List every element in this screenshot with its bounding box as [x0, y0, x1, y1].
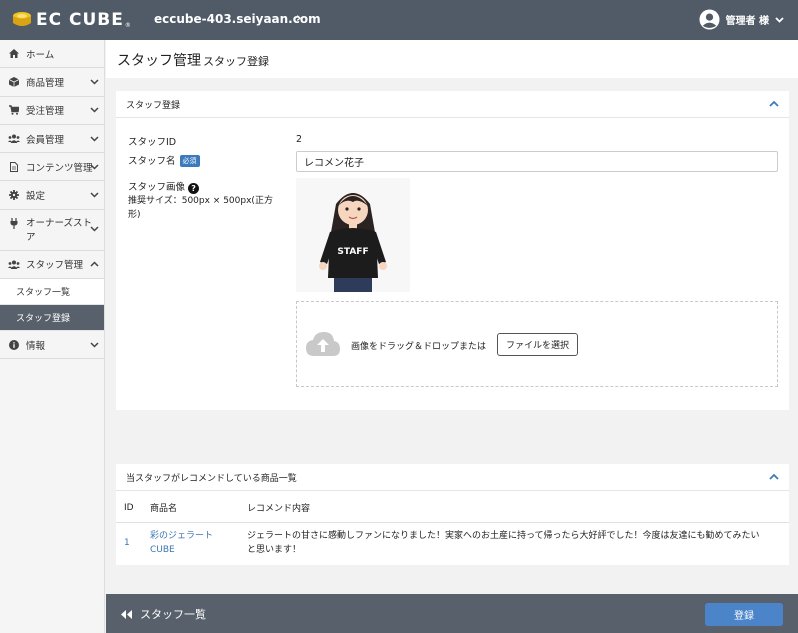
- sidebar-item-label: ホーム: [26, 49, 55, 61]
- sidebar-subitem-label: スタッフ一覧: [16, 288, 71, 299]
- choose-file-label: ファイルを選択: [505, 341, 569, 351]
- sidebar-item-contents[interactable]: コンテンツ管理: [0, 153, 104, 182]
- staff-name-label: スタッフ名 必須: [128, 153, 200, 167]
- sidebar-item-label: 会員管理: [26, 134, 65, 146]
- card-title: 当スタッフがレコメンドしている商品一覧: [126, 473, 297, 484]
- sidebar-item-orders[interactable]: 受注管理: [0, 97, 104, 125]
- cloud-upload-icon: [306, 332, 340, 356]
- staff-photo-illustration: STAFF: [296, 178, 410, 292]
- sidebar-item-staff[interactable]: スタッフ管理: [0, 251, 104, 280]
- dropzone-text: 画像をドラッグ＆ドロップまたは: [351, 342, 487, 352]
- product-name-link[interactable]: 彩のジェラートCUBE: [150, 529, 224, 557]
- recommend-list-card: 当スタッフがレコメンドしている商品一覧 ID 商品名 レコメンド内容 1 彩のジ…: [116, 464, 789, 565]
- sidebar-item-label: オーナーズストア: [26, 217, 93, 243]
- home-icon: [8, 49, 20, 59]
- sidebar-item-label: スタッフ管理: [26, 260, 84, 272]
- card-header: 当スタッフがレコメンドしている商品一覧: [116, 464, 789, 491]
- sidebar-item-products[interactable]: 商品管理: [0, 68, 104, 97]
- chevron-down-icon: [90, 226, 99, 232]
- staff-image-hint: 推奨サイズ：500px × 500px(正方形): [128, 196, 273, 220]
- sidebar-item-label: 受注管理: [26, 106, 65, 118]
- sidebar-subitem-label: スタッフ登録: [16, 314, 71, 325]
- recommend-table: ID 商品名 レコメンド内容 1 彩のジェラートCUBE ジェラートの甘さに感動…: [116, 494, 789, 564]
- row-id: 1: [124, 538, 130, 549]
- staff-id-value: 2: [296, 134, 303, 145]
- column-header-product: 商品名: [140, 494, 237, 523]
- gear-icon: [8, 190, 20, 201]
- question-circle-icon[interactable]: ?: [188, 183, 200, 194]
- info-icon: [8, 339, 20, 350]
- card-header: スタッフ登録: [116, 91, 789, 118]
- sidebar-item-label: 商品管理: [26, 77, 65, 89]
- users-icon: [8, 134, 20, 144]
- staff-name-label-text: スタッフ名: [128, 156, 176, 167]
- sidebar-item-label: 情報: [26, 340, 46, 352]
- admin-name: 管理者 様: [725, 16, 769, 27]
- page-header: スタッフ管理 スタッフ登録: [106, 40, 798, 78]
- sidebar-subitem-staff-register[interactable]: スタッフ登録: [0, 305, 104, 332]
- card-title: スタッフ登録: [126, 100, 181, 111]
- register-button[interactable]: 登録: [705, 603, 783, 626]
- column-header-comment: レコメンド内容: [237, 494, 789, 523]
- user-avatar-icon: [698, 9, 720, 30]
- sidebar-item-label: コンテンツ管理: [26, 162, 93, 174]
- sidebar-item-label: 設定: [26, 191, 46, 203]
- users-icon: [8, 260, 20, 269]
- chevron-down-icon: [90, 164, 99, 170]
- cube-logo-icon: [13, 12, 31, 26]
- admin-menu[interactable]: 管理者 様: [698, 9, 784, 30]
- logo-trademark: ®: [124, 21, 131, 29]
- sidebar-item-info[interactable]: 情報: [0, 331, 104, 360]
- table-header-row: ID 商品名 レコメンド内容: [116, 494, 789, 523]
- plug-icon: [8, 217, 20, 229]
- logo-text: EC CUBE: [36, 10, 124, 30]
- chevron-up-icon[interactable]: [769, 100, 779, 107]
- sidebar-item-home[interactable]: ホーム: [0, 40, 104, 69]
- sidebar-item-owners-store[interactable]: オーナーズストア: [0, 210, 104, 251]
- chevron-up-icon[interactable]: [769, 473, 779, 480]
- register-button-label: 登録: [734, 611, 754, 622]
- staff-image-label-text: スタッフ画像: [128, 182, 186, 193]
- required-badge: 必須: [179, 155, 200, 167]
- staff-register-card: スタッフ登録 スタッフID 2 スタッフ名 必須 レコメン花子 スタッフ画像? 推…: [116, 91, 789, 410]
- back-to-staff-list-link[interactable]: スタッフ一覧: [121, 606, 206, 622]
- cube-icon: [8, 76, 20, 87]
- photo-shirt-text: STAFF: [337, 247, 368, 257]
- footer-action-bar: スタッフ一覧 登録: [106, 594, 798, 633]
- staff-id-label: スタッフID: [128, 137, 177, 148]
- choose-file-button[interactable]: ファイルを選択: [497, 333, 578, 356]
- chevron-down-icon: [90, 342, 99, 348]
- chevron-down-icon: [775, 16, 784, 23]
- staff-image-label: スタッフ画像?: [128, 179, 200, 194]
- sidebar-item-settings[interactable]: 設定: [0, 181, 104, 210]
- chevron-down-icon: [90, 107, 99, 113]
- sidebar-item-members[interactable]: 会員管理: [0, 125, 104, 154]
- cart-icon: [8, 105, 20, 115]
- table-row: 1 彩のジェラートCUBE ジェラートの甘さに感動しファンになりました！実家への…: [116, 522, 789, 564]
- double-chevron-left-icon: [121, 609, 132, 619]
- chevron-down-icon: [90, 136, 99, 142]
- recommend-comment: ジェラートの甘さに感動しファンになりました！実家へのお土産に持って帰ったら大好評…: [247, 531, 760, 556]
- top-header: EC CUBE ® eccube-403.seiyaan.com › 管理者 様: [0, 0, 798, 40]
- back-link-label: スタッフ一覧: [140, 608, 206, 621]
- staff-name-value: レコメン花子: [304, 158, 364, 169]
- ec-cube-logo[interactable]: EC CUBE ®: [12, 9, 131, 31]
- chevron-right-icon[interactable]: ›: [296, 11, 301, 26]
- page-subtitle: スタッフ登録: [203, 55, 269, 68]
- column-header-id: ID: [116, 494, 140, 523]
- staff-name-input[interactable]: レコメン花子: [296, 151, 778, 172]
- chevron-down-icon: [90, 192, 99, 198]
- file-icon: [8, 161, 20, 172]
- chevron-down-icon: [90, 79, 99, 85]
- staff-photo: STAFF: [296, 178, 410, 292]
- chevron-up-icon: [90, 261, 99, 267]
- sidebar: ホーム 商品管理 受注管理 会員管理 コンテンツ管理 設定 オーナーズストア ス…: [0, 40, 105, 633]
- image-dropzone[interactable]: 画像をドラッグ＆ドロップまたは ファイルを選択: [296, 301, 778, 387]
- sidebar-subitem-staff-list[interactable]: スタッフ一覧: [0, 279, 104, 306]
- page-title: スタッフ管理: [117, 53, 201, 69]
